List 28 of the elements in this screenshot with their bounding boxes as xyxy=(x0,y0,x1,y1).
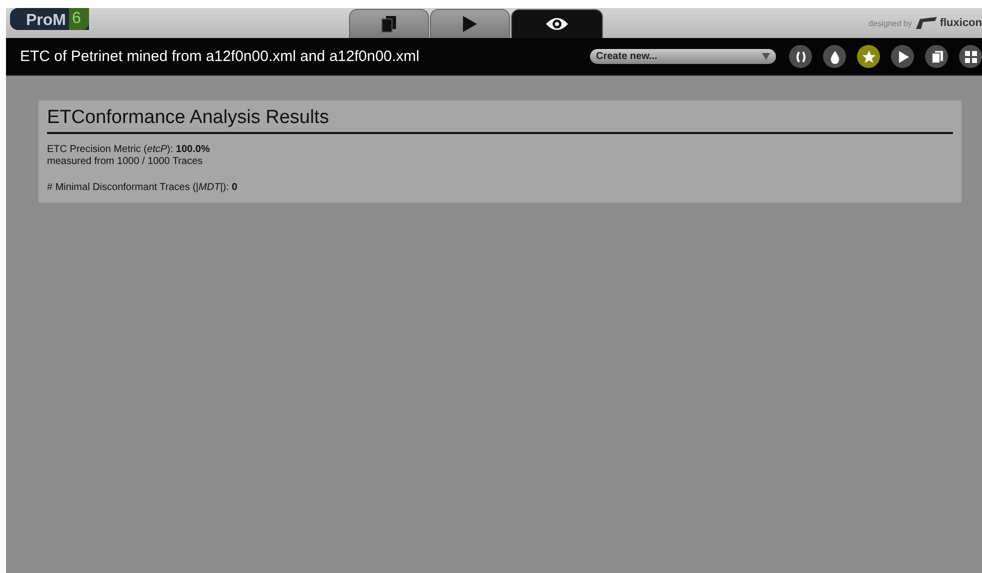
view-tab[interactable] xyxy=(510,9,603,38)
actions-tab[interactable] xyxy=(430,9,510,38)
play-button[interactable] xyxy=(891,45,914,68)
copy-icon xyxy=(380,15,397,33)
logo-name: ProM xyxy=(26,12,66,30)
flag-icon xyxy=(914,17,937,29)
grid-icon xyxy=(964,50,978,64)
result-text: # Minimal Disconformant Traces (|MDT|): 0 xyxy=(47,182,238,194)
play-icon xyxy=(462,15,478,33)
caret-icon xyxy=(762,53,770,60)
result-text: measured from 1000 / 1000 Traces xyxy=(47,156,204,168)
logo-version: 6 xyxy=(69,8,89,30)
grid-button[interactable] xyxy=(959,45,982,68)
copy-icon xyxy=(930,50,944,64)
view-title: ETC of Petrinet mined from a12f0n00.xml and a12f0n00.xml xyxy=(20,48,420,65)
panel-heading: ETConformance Analysis Results xyxy=(47,107,953,134)
eye-icon xyxy=(544,16,569,32)
result-text: ETC Precision Metric (etcP): 100.0% xyxy=(47,144,211,156)
brand-name: fluxicon xyxy=(940,17,982,29)
braces-icon xyxy=(794,50,808,64)
copy-button[interactable] xyxy=(925,45,948,68)
credit-text: designed by xyxy=(868,18,912,28)
star-button[interactable] xyxy=(857,45,880,68)
star-icon xyxy=(862,50,876,64)
braces-button[interactable] xyxy=(789,45,812,68)
create-dropdown[interactable]: Create new... xyxy=(590,49,776,64)
drop-button[interactable] xyxy=(823,45,846,68)
workspace-tab[interactable] xyxy=(348,9,429,38)
